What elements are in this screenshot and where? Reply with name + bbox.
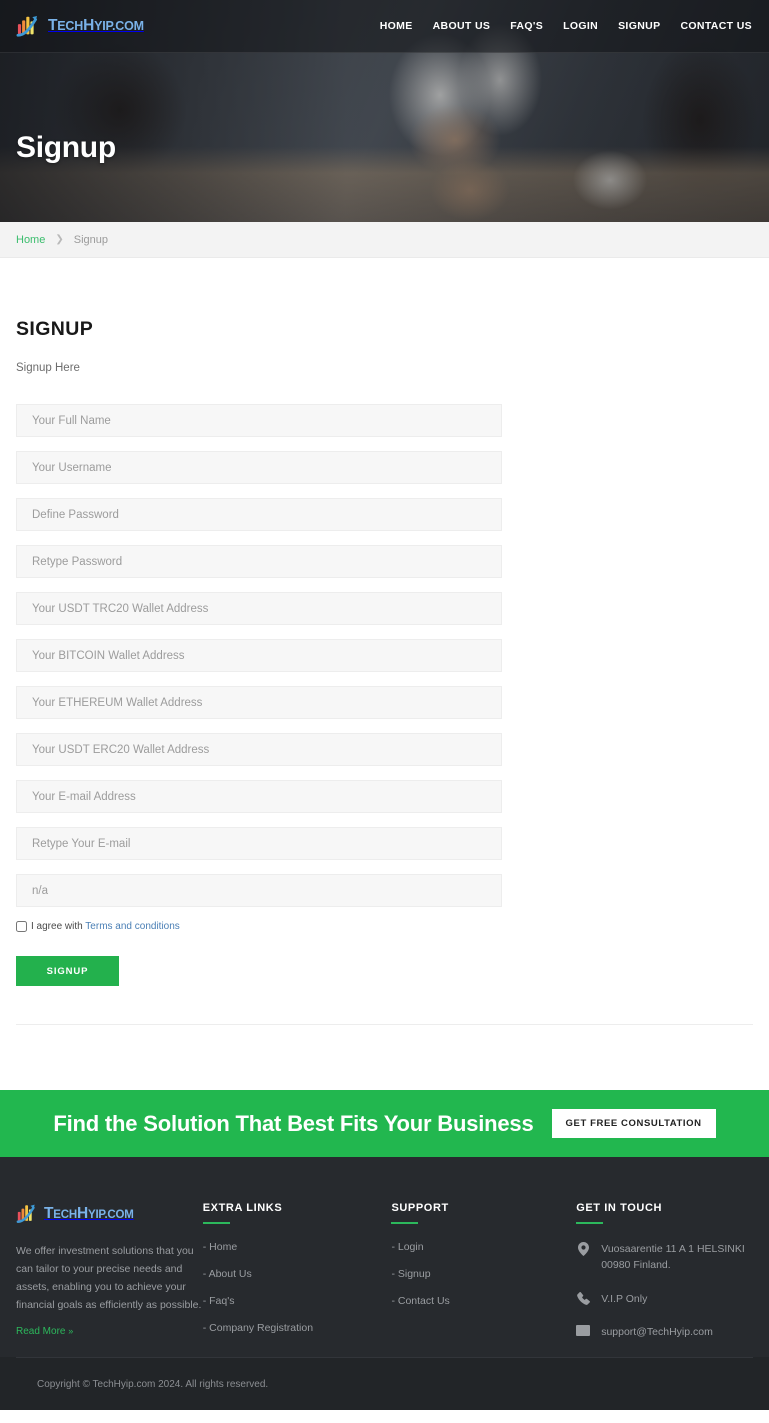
page-title: Signup	[16, 131, 116, 164]
footer-about-column: TECHHYIP.COM We offer investment solutio…	[16, 1202, 203, 1357]
ethereum-wallet-input[interactable]	[32, 696, 486, 709]
footer-get-in-touch-column: GET IN TOUCH Vuosaarentie 11 A 1 HELSINK…	[576, 1202, 753, 1357]
usdt-trc20-wallet-field[interactable]	[16, 592, 502, 625]
footer-phone-item: V.I.P Only	[576, 1291, 753, 1307]
footer-link-company-registration[interactable]: - Company Registration	[203, 1322, 392, 1334]
main-content: SIGNUP Signup Here Your Full Name Your U…	[0, 318, 769, 1025]
bitcoin-wallet-field[interactable]	[16, 639, 502, 672]
copyright-text: Copyright © TechHyip.com 2024. All right…	[37, 1378, 269, 1390]
site-logo-text: TECHHYIP.COM	[48, 17, 144, 35]
referral-input[interactable]	[32, 884, 486, 897]
retype-password-input[interactable]	[32, 555, 486, 568]
footer-link-contact-us[interactable]: - Contact Us	[391, 1295, 576, 1307]
ethereum-wallet-field[interactable]	[16, 686, 502, 719]
footer-phone-text: V.I.P Only	[601, 1292, 648, 1305]
footer-link-faqs[interactable]: - Faq's	[203, 1295, 392, 1307]
phone-icon	[576, 1291, 590, 1305]
bar-chart-arrow-logo-icon	[16, 13, 44, 39]
footer-support-column: SUPPORT - Login - Signup - Contact Us	[391, 1202, 576, 1357]
full-name-field[interactable]	[16, 404, 502, 437]
full-name-input[interactable]	[32, 414, 486, 427]
signup-submit-button[interactable]: SIGNUP	[16, 956, 119, 986]
bar-chart-arrow-logo-icon	[16, 1202, 41, 1225]
usdt-erc20-wallet-field[interactable]	[16, 733, 502, 766]
password-input[interactable]	[32, 508, 486, 521]
signup-subheading: Signup Here	[16, 362, 80, 374]
footer-address-text: Vuosaarentie 11 A 1 HELSINKI 00980 Finla…	[601, 1243, 745, 1272]
footer-title-underline	[391, 1222, 419, 1224]
signup-form: I agree with Terms and conditions SIGNUP	[16, 404, 502, 986]
footer-support-title: SUPPORT	[391, 1202, 449, 1214]
breadcrumb-current: Signup	[73, 233, 108, 246]
email-field[interactable]	[16, 780, 502, 813]
breadcrumb: Home ❯ Signup	[0, 222, 769, 258]
terms-agreement-row: I agree with Terms and conditions	[16, 921, 502, 932]
chevron-right-icon: ❯	[55, 234, 64, 245]
cta-heading: Find the Solution That Best Fits Your Bu…	[53, 1110, 534, 1136]
breadcrumb-home[interactable]: Home	[16, 234, 45, 246]
hero-banner: TECHHYIP.COM HOME ABOUT US FAQ'S LOGIN S…	[0, 0, 769, 222]
bitcoin-wallet-input[interactable]	[32, 649, 486, 662]
copyright-bar: Copyright © TechHyip.com 2024. All right…	[0, 1357, 769, 1411]
username-field[interactable]	[16, 451, 502, 484]
footer-email-text: support@TechHyip.com	[601, 1325, 713, 1338]
terms-checkbox[interactable]	[16, 921, 27, 932]
retype-email-input[interactable]	[32, 837, 486, 850]
get-free-consultation-button[interactable]: GET FREE CONSULTATION	[551, 1109, 716, 1138]
retype-password-field[interactable]	[16, 545, 502, 578]
footer-link-home[interactable]: - Home	[203, 1241, 392, 1253]
section-divider	[16, 1024, 753, 1025]
footer-link-login[interactable]: - Login	[391, 1241, 576, 1253]
double-chevron-right-icon: »	[68, 1326, 73, 1337]
nav-login[interactable]: LOGIN	[563, 20, 598, 32]
footer-title-underline	[202, 1222, 230, 1224]
terms-and-conditions-link[interactable]: Terms and conditions	[85, 921, 180, 932]
retype-email-field[interactable]	[16, 827, 502, 860]
nav-faqs[interactable]: FAQ'S	[510, 20, 543, 32]
footer-about-text: We offer investment solutions that you c…	[16, 1245, 202, 1312]
footer-extra-links-title: EXTRA LINKS	[202, 1202, 283, 1214]
site-header: TECHHYIP.COM HOME ABOUT US FAQ'S LOGIN S…	[0, 0, 769, 53]
usdt-erc20-wallet-input[interactable]	[32, 743, 486, 756]
username-input[interactable]	[32, 461, 486, 474]
footer-link-about-us[interactable]: - About Us	[203, 1268, 392, 1280]
footer-address-item: Vuosaarentie 11 A 1 HELSINKI 00980 Finla…	[576, 1241, 753, 1274]
footer-title-underline	[576, 1222, 604, 1224]
footer-logo[interactable]: TECHHYIP.COM	[16, 1202, 203, 1225]
location-pin-icon	[576, 1241, 590, 1256]
footer-columns: TECHHYIP.COM We offer investment solutio…	[16, 1202, 753, 1357]
read-more-link[interactable]: Read More »	[16, 1326, 73, 1338]
cta-banner: Find the Solution That Best Fits Your Bu…	[0, 1090, 769, 1157]
site-logo[interactable]: TECHHYIP.COM	[16, 13, 144, 39]
footer-logo-text: TECHHYIP.COM	[44, 1204, 134, 1222]
terms-agreement-label: I agree with Terms and conditions	[31, 921, 180, 932]
main-navigation: HOME ABOUT US FAQ'S LOGIN SIGNUP CONTACT…	[380, 20, 752, 32]
password-field[interactable]	[16, 498, 502, 531]
site-footer: TECHHYIP.COM We offer investment solutio…	[0, 1157, 769, 1358]
footer-email-item: support@TechHyip.com	[576, 1324, 753, 1340]
read-more-label: Read More	[16, 1326, 66, 1338]
referral-field[interactable]	[16, 874, 502, 907]
footer-extra-links-column: EXTRA LINKS - Home - About Us - Faq's - …	[202, 1202, 392, 1357]
usdt-trc20-wallet-input[interactable]	[32, 602, 486, 615]
copyright-inner: Copyright © TechHyip.com 2024. All right…	[16, 1357, 753, 1410]
email-input[interactable]	[32, 790, 486, 803]
nav-contact-us[interactable]: CONTACT US	[680, 20, 752, 32]
nav-home[interactable]: HOME	[380, 20, 413, 32]
signup-heading: SIGNUP	[16, 318, 94, 340]
footer-get-in-touch-title: GET IN TOUCH	[576, 1202, 663, 1214]
footer-link-signup[interactable]: - Signup	[391, 1268, 576, 1280]
envelope-icon	[576, 1324, 591, 1336]
terms-agreement-prefix: I agree with	[31, 921, 86, 932]
nav-signup[interactable]: SIGNUP	[618, 20, 660, 32]
nav-about-us[interactable]: ABOUT US	[433, 20, 491, 32]
